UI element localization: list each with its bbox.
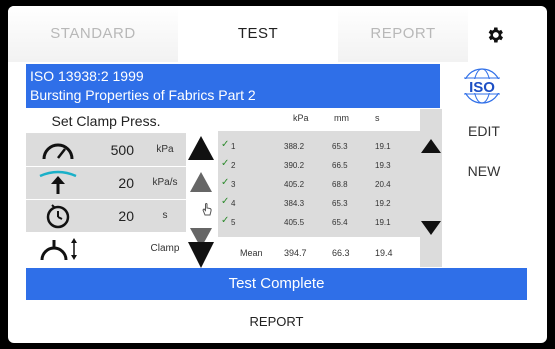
standard-code: ISO 13938:2 1999 (30, 68, 144, 84)
check-icon: ✓ (221, 139, 230, 150)
row-s: 19.2 (375, 199, 391, 208)
standard-header: ISO 13938:2 1999 Bursting Properties of … (26, 64, 440, 108)
results-scrollbar[interactable] (420, 109, 442, 267)
clamp-row[interactable]: Clamp (26, 233, 186, 266)
results-table: kPa mm s ✓ 1 388.2 65.3 19.1 ✓ 2 390.2 6… (218, 109, 420, 267)
row-s: 19.1 (375, 218, 391, 227)
parameters-panel: Set Clamp Press. 500 kPa 20 kPa/s 20 s C… (26, 109, 186, 267)
pressure-unit: kPa (156, 144, 174, 155)
report-button[interactable]: REPORT (26, 314, 527, 329)
table-row[interactable]: ✓ 4 384.3 65.3 19.2 (218, 194, 420, 213)
rate-value[interactable]: 20 (94, 167, 134, 199)
inflation-rate-icon (39, 170, 77, 194)
rate-row[interactable]: 20 kPa/s (26, 167, 186, 200)
iso-logo: ISO (460, 68, 504, 104)
gauge-icon (42, 143, 74, 160)
decrease-icon[interactable] (188, 242, 214, 268)
standard-title: Bursting Properties of Fabrics Part 2 (30, 87, 256, 103)
time-unit: s (162, 210, 168, 221)
row-s: 19.3 (375, 161, 391, 170)
row-id: 4 (231, 199, 236, 208)
row-kpa: 390.2 (284, 161, 305, 170)
pressure-row[interactable]: 500 kPa (26, 134, 186, 167)
row-id: 5 (231, 218, 236, 227)
mean-row: Mean 394.7 66.3 19.4 (218, 237, 420, 267)
check-icon: ✓ (221, 177, 230, 188)
row-kpa: 405.5 (284, 218, 305, 227)
timer-icon (46, 204, 70, 229)
svg-text:ISO: ISO (469, 79, 495, 96)
row-mm: 65.3 (332, 142, 348, 151)
check-icon: ✓ (221, 158, 230, 169)
tab-standard[interactable]: STANDARD (8, 6, 178, 62)
table-row[interactable]: ✓ 1 388.2 65.3 19.1 (218, 137, 420, 156)
time-row[interactable]: 20 s (26, 200, 186, 233)
row-id: 3 (231, 180, 236, 189)
gear-icon[interactable] (485, 25, 505, 45)
row-mm: 68.8 (332, 180, 348, 189)
table-row[interactable]: ✓ 3 405.2 68.8 20.4 (218, 175, 420, 194)
row-id: 1 (231, 142, 236, 151)
pressure-value[interactable]: 500 (94, 134, 134, 166)
edit-button[interactable]: EDIT (448, 123, 520, 139)
step-up-icon[interactable] (190, 172, 212, 192)
tab-bar: STANDARD TEST REPORT (8, 6, 547, 62)
app-frame: STANDARD TEST REPORT ISO 13938:2 1999 Bu… (8, 6, 547, 343)
increase-icon[interactable] (188, 136, 214, 160)
tab-test[interactable]: TEST (178, 6, 338, 62)
value-adjust-arrows (188, 136, 214, 268)
scroll-up-icon[interactable] (420, 137, 442, 155)
time-value[interactable]: 20 (94, 200, 134, 232)
check-icon: ✓ (221, 196, 230, 207)
scroll-down-icon[interactable] (420, 219, 442, 237)
mean-label: Mean (240, 248, 263, 258)
row-mm: 65.3 (332, 199, 348, 208)
hand-pointer-icon (202, 203, 212, 216)
mean-mm: 66.3 (332, 248, 350, 258)
table-row[interactable]: ✓ 2 390.2 66.5 19.3 (218, 156, 420, 175)
clamp-pressure-title: Set Clamp Press. (26, 109, 186, 134)
column-s: s (375, 113, 380, 123)
row-kpa: 405.2 (284, 180, 305, 189)
row-kpa: 384.3 (284, 199, 305, 208)
row-mm: 65.4 (332, 218, 348, 227)
row-id: 2 (231, 161, 236, 170)
check-icon: ✓ (221, 215, 230, 226)
rate-unit: kPa/s (152, 177, 178, 188)
mean-s: 19.4 (375, 248, 393, 258)
tab-report[interactable]: REPORT (338, 6, 468, 62)
row-s: 19.1 (375, 142, 391, 151)
mean-kpa: 394.7 (284, 248, 307, 258)
new-button[interactable]: NEW (448, 163, 520, 179)
results-rows: ✓ 1 388.2 65.3 19.1 ✓ 2 390.2 66.5 19.3 … (218, 131, 420, 237)
clamp-value (94, 233, 134, 265)
row-kpa: 388.2 (284, 142, 305, 151)
row-mm: 66.5 (332, 161, 348, 170)
test-complete-banner: Test Complete (26, 268, 527, 300)
row-s: 20.4 (375, 180, 391, 189)
column-kpa: kPa (293, 113, 309, 123)
results-header: kPa mm s (218, 109, 420, 131)
clamp-label: Clamp (150, 243, 180, 254)
column-mm: mm (334, 113, 349, 123)
table-row[interactable]: ✓ 5 405.5 65.4 19.1 (218, 213, 420, 232)
clamp-icon (40, 238, 77, 261)
